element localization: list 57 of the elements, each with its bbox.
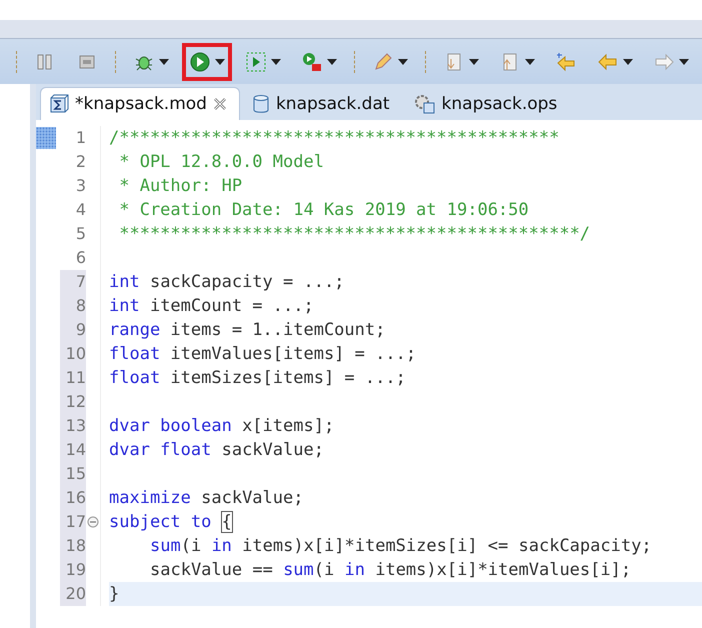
caret-icon[interactable] — [159, 58, 169, 64]
code-line: sackValue == sum(i in items)x[i]*itemValues[i]; — [150, 560, 632, 580]
close-icon[interactable] — [212, 97, 227, 111]
code-line: *********************************************/ — [118, 224, 590, 244]
caret-icon[interactable] — [215, 58, 225, 64]
line-number: 1 — [74, 127, 86, 149]
code-line: float itemSizes[items] = ...; — [109, 368, 406, 388]
code-line: * Author: HP — [118, 176, 242, 196]
line-number: 14 — [60, 438, 86, 462]
editor-tab[interactable]: knapsack.ops — [406, 88, 570, 120]
line-number: 6 — [74, 247, 86, 269]
code-line: float itemValues[items] = ...; — [109, 344, 416, 364]
line-number: 17 — [60, 510, 86, 534]
caret-icon[interactable] — [525, 58, 535, 64]
line-number: 15 — [60, 462, 86, 486]
line-number: 3 — [74, 175, 86, 197]
line-number: 5 — [74, 223, 86, 245]
gear-icon — [414, 94, 436, 114]
line-number: 18 — [60, 534, 86, 558]
caret-icon[interactable] — [679, 58, 689, 64]
line-number: 7 — [60, 270, 86, 294]
play-icon[interactable] — [189, 50, 211, 72]
code-line: subject to { — [109, 512, 232, 532]
code-line: maximize sackValue; — [109, 488, 304, 508]
line-number: 19 — [60, 558, 86, 582]
code-line: dvar float sackValue; — [109, 440, 324, 460]
line-number: 11 — [60, 366, 86, 390]
line-number: 20 — [60, 582, 86, 606]
line-number: 10 — [60, 342, 86, 366]
caret-icon[interactable] — [398, 58, 408, 64]
code-line: sum(i in items)x[i]*itemSizes[i] <= sackCapacity; — [150, 536, 652, 556]
code-line: int itemCount = ...; — [109, 296, 314, 316]
code-line: /******************************************* — [109, 128, 560, 148]
sigma-cube-icon — [49, 94, 69, 114]
line-number: 9 — [60, 318, 86, 342]
arrow-star-icon[interactable] — [555, 50, 577, 72]
code-line: * Creation Date: 14 Kas 2019 at 19:06:50 — [118, 200, 529, 220]
fold-toggle-icon[interactable] — [87, 516, 99, 528]
line-number: 8 — [60, 294, 86, 318]
line-number: 2 — [74, 151, 86, 173]
play-toolbox-icon[interactable] — [301, 50, 323, 72]
cylinder-icon — [252, 94, 270, 114]
line-number: 12 — [60, 390, 86, 414]
caret-icon[interactable] — [327, 58, 337, 64]
code-line: dvar boolean x[items]; — [109, 416, 334, 436]
caret-icon[interactable] — [271, 58, 281, 64]
code-line: * OPL 12.8.0.0 Model — [118, 152, 324, 172]
caret-icon[interactable] — [623, 58, 633, 64]
line-number: 4 — [74, 199, 86, 221]
line-number: 16 — [60, 486, 86, 510]
code-line: range items = 1..itemCount; — [109, 320, 386, 340]
code-line: int sackCapacity = ...; — [109, 272, 344, 292]
caret-icon[interactable] — [469, 58, 479, 64]
editor-tab[interactable]: *knapsack.mod — [40, 87, 240, 120]
line-number: 13 — [60, 414, 86, 438]
code-line: } — [109, 584, 120, 604]
editor-tab[interactable]: knapsack.dat — [244, 88, 402, 120]
